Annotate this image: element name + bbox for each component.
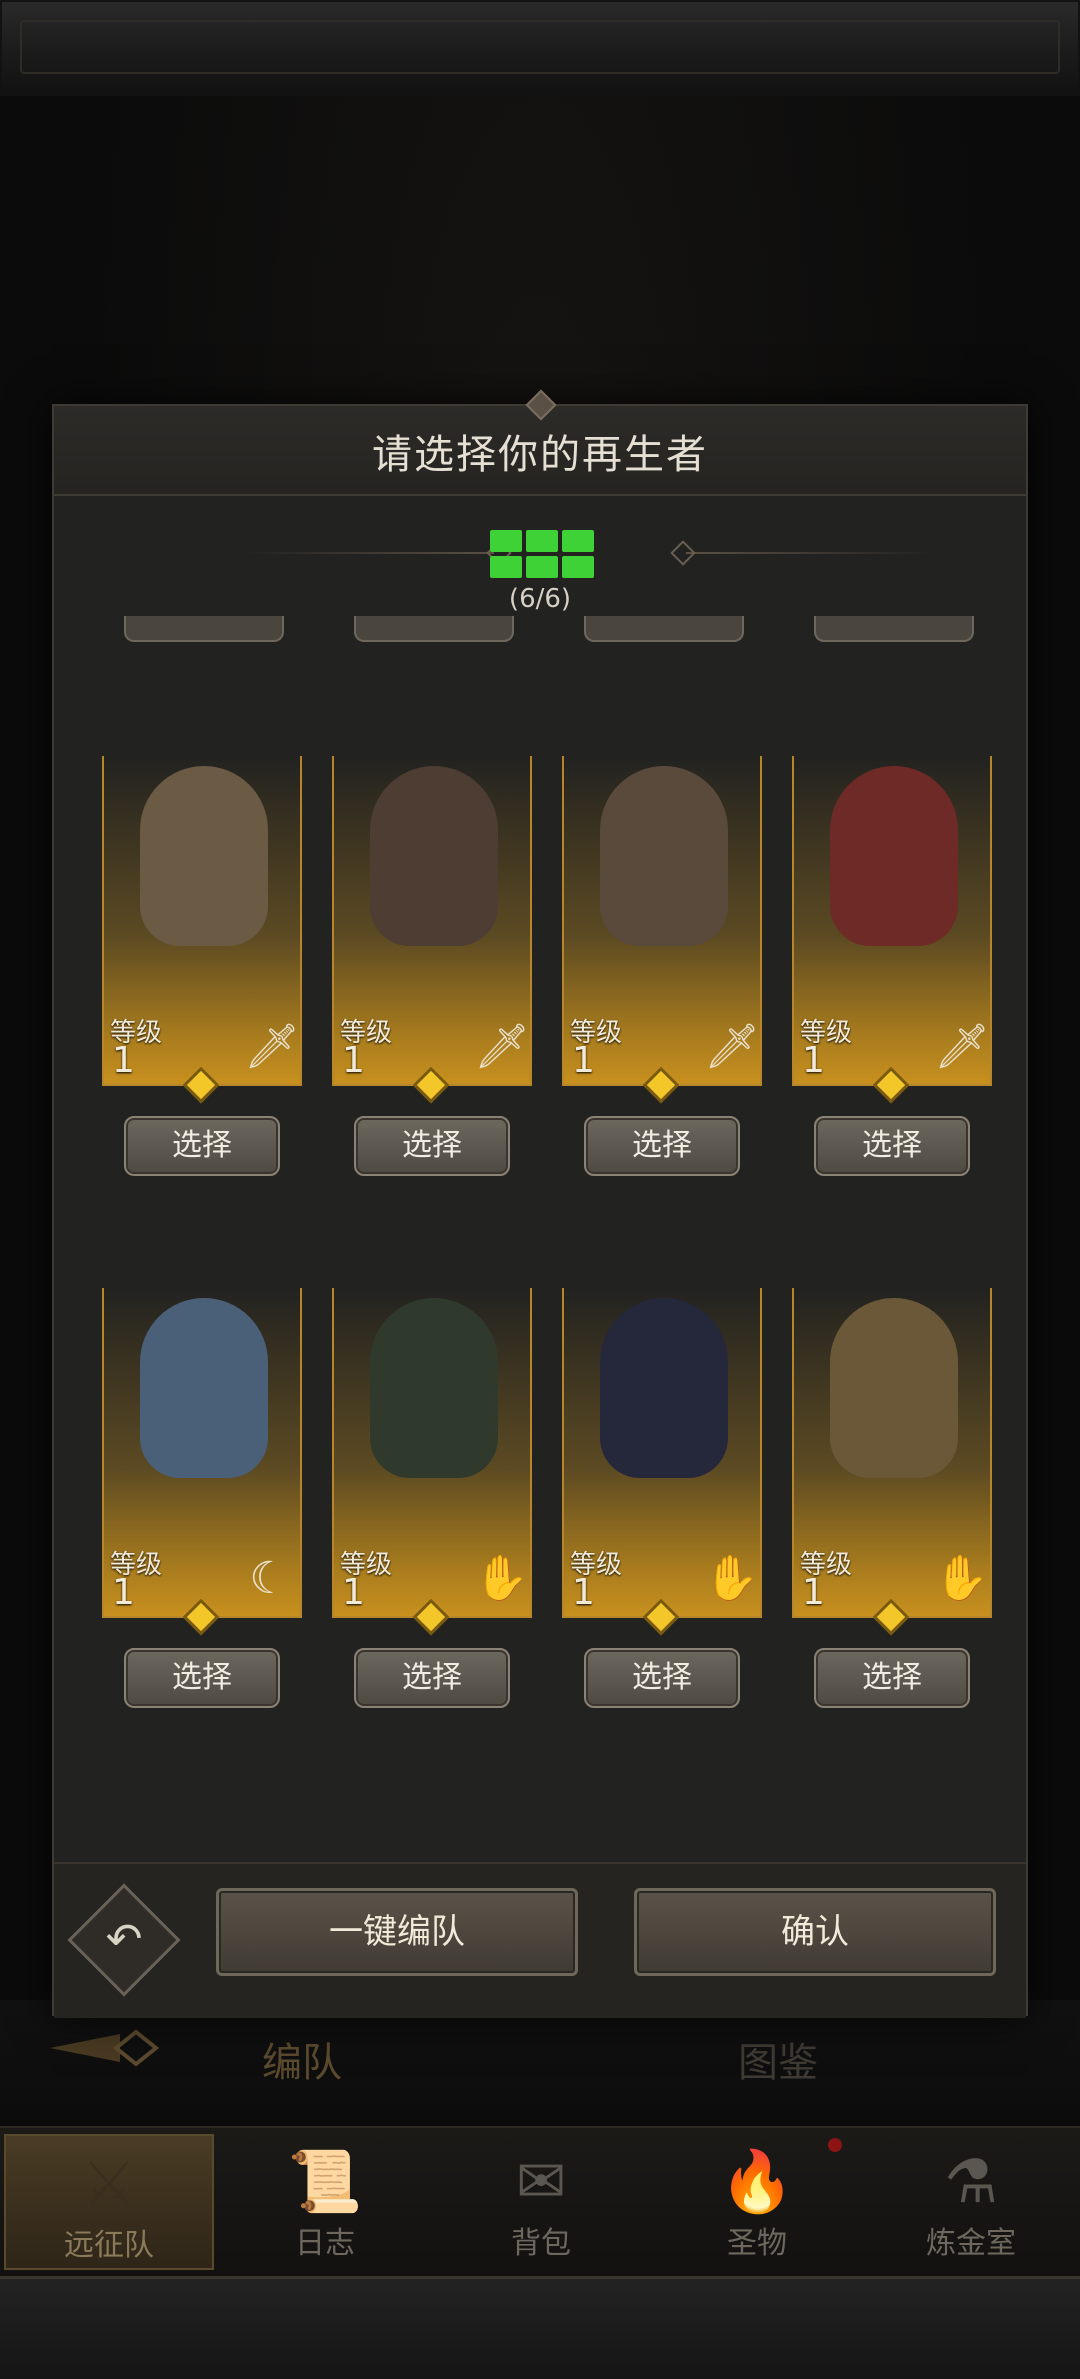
- nav-item-log[interactable]: 📜 日志: [220, 2134, 430, 2270]
- hero-figure: [600, 766, 728, 946]
- nav-item-expedition[interactable]: ⚔ 远征队: [4, 2134, 214, 2270]
- level-value: 1: [112, 1040, 135, 1081]
- hero-figure: [140, 766, 268, 946]
- select-button[interactable]: 选择: [584, 1116, 740, 1176]
- back-arrow-icon[interactable]: [50, 2028, 170, 2068]
- divider: [686, 552, 936, 554]
- cancel-button[interactable]: [124, 616, 284, 642]
- filled-slot: [562, 556, 594, 578]
- hero-portrait: 等级 1 ✋: [792, 1288, 992, 1618]
- hero-card[interactable]: 等级 1 ✋: [562, 1288, 762, 1636]
- hero-figure: [830, 766, 958, 946]
- filled-slot: [526, 556, 558, 578]
- select-button[interactable]: [584, 616, 744, 642]
- bottom-frame: [0, 2276, 1080, 2379]
- select-button[interactable]: 选择: [354, 1116, 510, 1176]
- hero-list[interactable]: 等级 1 🗡 等级 1 🗡 等级 1 🗡 等级 1 🗡 选择 选择 选择 选择 …: [54, 616, 1026, 1846]
- level-value: 1: [802, 1040, 825, 1081]
- hero-card[interactable]: 等级 1 🗡: [792, 756, 992, 1104]
- sword-icon: 🗡: [934, 1021, 990, 1072]
- hero-figure: [370, 766, 498, 946]
- hero-portrait: 等级 1 ✋: [562, 1288, 762, 1618]
- nav-item-alchemy[interactable]: ⚗ 炼金室: [866, 2134, 1076, 2270]
- palm-icon: ✋: [934, 1553, 989, 1604]
- hero-card[interactable]: 等级 1 ✋: [792, 1288, 992, 1636]
- modal-title: 请选择你的再生者: [372, 432, 708, 478]
- hero-select-modal: 请选择你的再生者 (6/6) 等级 1 🗡 等级 1 🗡 等级 1 🗡 等级 1…: [52, 389, 1028, 2018]
- hero-portrait: 等级 1 🗡: [332, 756, 532, 1086]
- nav-label: 日志: [295, 2226, 355, 2261]
- level-value: 1: [572, 1572, 595, 1613]
- scroll-icon: 📜: [287, 2147, 363, 2217]
- hero-portrait: 等级 1 ☾: [102, 1288, 302, 1618]
- tab-team[interactable]: 编队: [262, 2030, 342, 2088]
- sword-icon: 🗡: [244, 1021, 300, 1072]
- modal-header: 请选择你的再生者: [54, 389, 1026, 496]
- hero-card[interactable]: 等级 1 ✋: [332, 1288, 532, 1636]
- alchemy-icon: ⚗: [944, 2147, 998, 2217]
- select-button[interactable]: [814, 616, 974, 642]
- nav-label: 背包: [511, 2226, 571, 2261]
- top-frame: [0, 0, 1080, 99]
- notification-dot: [828, 2138, 842, 2152]
- diamond-ornament-icon: [670, 540, 696, 566]
- filled-slot: [490, 556, 522, 578]
- hero-card[interactable]: 等级 1 🗡: [102, 756, 302, 1104]
- nav-label: 炼金室: [926, 2226, 1016, 2261]
- hero-portrait: 等级 1 ✋: [332, 1288, 532, 1618]
- team-slots-indicator: [490, 530, 594, 580]
- sword-icon: 🗡: [474, 1021, 530, 1072]
- filled-slot: [526, 530, 558, 552]
- hero-card[interactable]: 等级 1 ☾: [102, 1288, 302, 1636]
- hero-figure: [600, 1298, 728, 1478]
- cancel-button[interactable]: [354, 616, 514, 642]
- level-value: 1: [572, 1040, 595, 1081]
- hero-portrait: 等级 1 🗡: [792, 756, 992, 1086]
- hero-card[interactable]: 等级 1 🗡: [562, 756, 762, 1104]
- viking-helmet-icon: ⚔: [82, 2149, 136, 2219]
- undo-icon: ↶: [105, 1914, 143, 1965]
- level-value: 1: [342, 1572, 365, 1613]
- divider: [244, 552, 494, 554]
- nav-label: 圣物: [727, 2226, 787, 2261]
- select-button[interactable]: 选择: [124, 1116, 280, 1176]
- palm-icon: ✋: [704, 1553, 759, 1604]
- bag-icon: ✉: [515, 2147, 567, 2217]
- hero-portrait: 等级 1 🗡: [562, 756, 762, 1086]
- select-button[interactable]: 选择: [814, 1116, 970, 1176]
- select-button[interactable]: 选择: [584, 1648, 740, 1708]
- select-button[interactable]: 选择: [124, 1648, 280, 1708]
- nav-item-bag[interactable]: ✉ 背包: [436, 2134, 646, 2270]
- hero-card[interactable]: 等级 1 🗡: [332, 756, 532, 1104]
- staff-icon: ☾: [249, 1553, 289, 1604]
- sword-icon: 🗡: [704, 1021, 760, 1072]
- select-button[interactable]: 选择: [814, 1648, 970, 1708]
- team-count: (6/6): [508, 584, 572, 614]
- hero-figure: [370, 1298, 498, 1478]
- filled-slot: [562, 530, 594, 552]
- nav-label: 远征队: [64, 2228, 154, 2263]
- hero-figure: [830, 1298, 958, 1478]
- nav-item-relic[interactable]: 🔥 圣物: [652, 2134, 862, 2270]
- level-value: 1: [112, 1572, 135, 1613]
- torch-icon: 🔥: [719, 2147, 795, 2217]
- palm-icon: ✋: [474, 1553, 529, 1604]
- modal-action-bar: ↶ 一键编队 确认: [54, 1862, 1026, 2018]
- hero-portrait: 等级 1 🗡: [102, 756, 302, 1086]
- filled-slot: [490, 530, 522, 552]
- select-button[interactable]: 选择: [354, 1648, 510, 1708]
- tab-codex[interactable]: 图鉴: [738, 2030, 818, 2088]
- level-value: 1: [342, 1040, 365, 1081]
- level-value: 1: [802, 1572, 825, 1613]
- hero-figure: [140, 1298, 268, 1478]
- confirm-button[interactable]: 确认: [634, 1888, 996, 1976]
- auto-team-button[interactable]: 一键编队: [216, 1888, 578, 1976]
